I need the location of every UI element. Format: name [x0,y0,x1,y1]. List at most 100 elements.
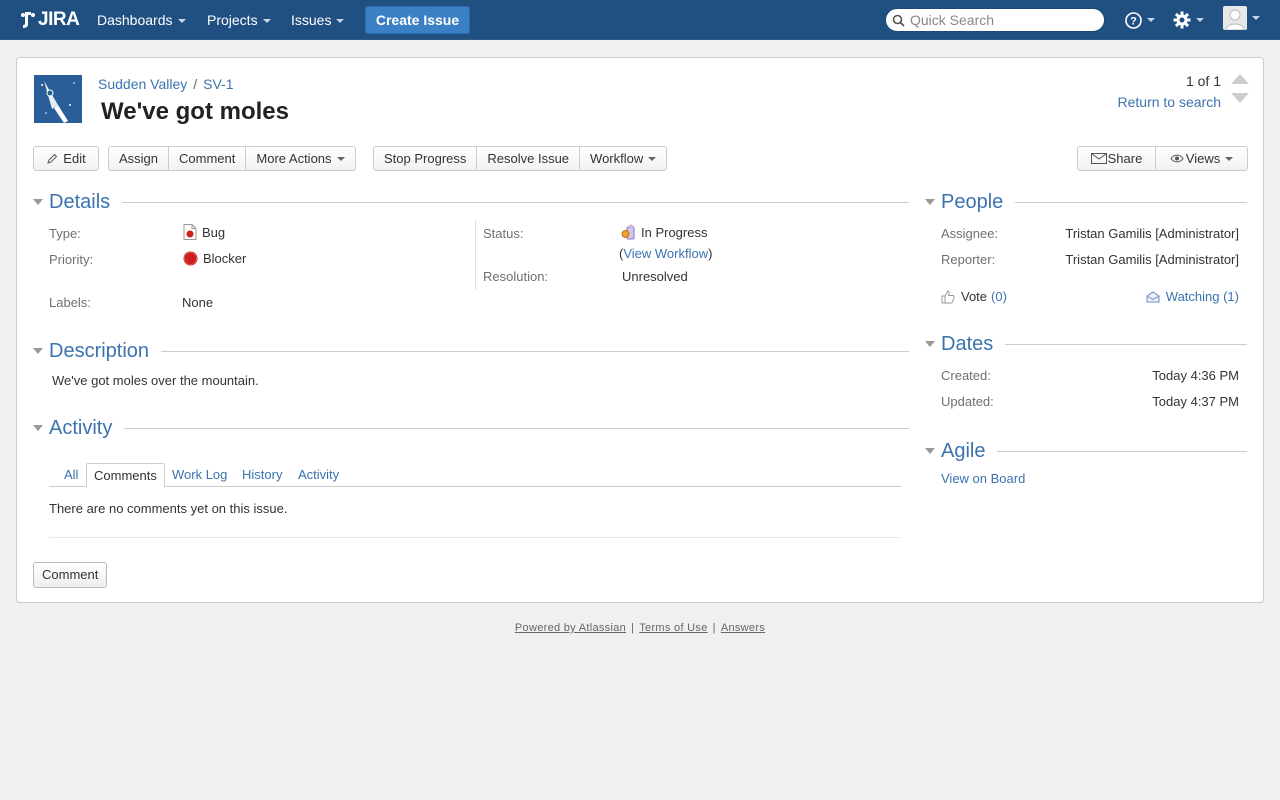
people-heading: People [941,190,1004,213]
share-button[interactable]: Share [1078,147,1155,170]
workflow-button[interactable]: Workflow [579,147,666,170]
vote-count-link[interactable]: (0) [991,289,1007,304]
issue-view-panel: Sudden Valley / SV-1 We've got moles 1 of … [16,57,1264,603]
powered-by-atlassian-link[interactable]: Powered by Atlassian [515,622,626,634]
pager-arrows [1231,74,1249,103]
watch-envelope-icon[interactable] [1146,290,1160,303]
workflow-label: Workflow [590,151,644,166]
view-on-board-link[interactable]: View on Board [941,471,1025,486]
tab-history[interactable]: History [242,467,282,482]
resolution-label: Resolution: [483,269,549,284]
details-heading: Details [49,190,111,213]
answers-link[interactable]: Answers [721,622,765,634]
eye-icon [1170,154,1184,163]
chevron-down-icon [336,156,345,161]
activity-section-header[interactable]: Activity [33,416,909,440]
tab-all[interactable]: All [64,467,78,482]
nav-projects-label: Projects [207,12,258,28]
breadcrumb-project-link[interactable]: Sudden Valley [98,76,187,92]
view-workflow-link[interactable]: View Workflow [623,246,708,261]
settings-menu[interactable] [1173,9,1204,31]
details-section-header[interactable]: Details [33,190,909,214]
status-value-text: In Progress [641,224,708,240]
description-section-header[interactable]: Description [33,339,909,363]
chevron-down-icon [1225,156,1234,161]
dates-heading: Dates [941,332,994,355]
section-divider [161,350,909,352]
reporter-label: Reporter: [941,252,996,267]
chevron-down-icon [648,156,657,161]
project-avatar-icon[interactable] [34,75,82,123]
created-value: Today 4:36 PM [1152,368,1239,383]
return-to-search-link[interactable]: Return to search [1118,94,1222,110]
collapse-triangle-icon [33,425,43,431]
assignee-label: Assignee: [941,226,999,241]
jira-logo-icon [21,12,35,28]
more-actions-button[interactable]: More Actions [245,147,354,170]
tab-activity[interactable]: Activity [298,467,339,482]
quick-search [885,8,1105,32]
issue-title[interactable]: We've got moles [101,98,289,126]
section-divider [1015,201,1247,203]
quick-search-input[interactable] [910,11,1095,29]
agile-section-header[interactable]: Agile [925,439,1247,463]
description-heading: Description [49,339,150,362]
assignee-value[interactable]: Tristan Gamilis [Administrator] [1065,226,1239,241]
help-icon: ? [1125,11,1142,29]
breadcrumb-issue-key-link[interactable]: SV-1 [203,76,233,92]
updated-label: Updated: [941,394,994,409]
chevron-down-icon [336,19,345,24]
footer-separator: | [712,622,716,634]
people-section-header[interactable]: People [925,190,1247,214]
description-text[interactable]: We've got moles over the mountain. [52,373,259,388]
user-menu[interactable] [1223,6,1260,30]
vote-label: Vote [961,289,988,304]
pencil-icon [47,153,58,164]
activity-heading: Activity [49,416,113,439]
pager-count: 1 of 1 [1185,73,1221,89]
views-button[interactable]: Views [1155,147,1247,170]
more-actions-label: More Actions [256,151,332,166]
collapse-triangle-icon [33,199,43,205]
jira-logo[interactable]: JIRA [20,9,80,31]
thumbs-up-icon[interactable] [941,289,955,304]
view-workflow-close-paren: ) [708,246,713,261]
watching-link[interactable]: Watching (1) [1166,289,1239,304]
nav-dashboards[interactable]: Dashboards [97,0,186,40]
create-issue-button[interactable]: Create Issue [365,6,470,34]
terms-of-use-link[interactable]: Terms of Use [639,622,707,634]
help-menu[interactable]: ? [1125,9,1155,31]
type-value: Bug [183,224,225,240]
comment-toolbar-button[interactable]: Comment [168,147,245,170]
resolve-issue-button[interactable]: Resolve Issue [476,147,579,170]
stop-progress-button[interactable]: Stop Progress [374,147,476,170]
labels-label: Labels: [49,295,91,310]
add-comment-button[interactable]: Comment [33,562,108,588]
views-label: Views [1185,151,1221,166]
edit-button-label: Edit [63,151,86,166]
edit-button[interactable]: Edit [34,147,98,170]
workflow-button-group: Stop Progress Resolve Issue Workflow [373,146,668,171]
operations-button-group: Assign Comment More Actions [108,146,356,171]
nav-projects[interactable]: Projects [207,0,271,40]
details-column-divider [475,220,476,290]
next-issue-arrow-icon[interactable] [1231,93,1249,103]
bug-icon [183,224,197,240]
share-views-button-group: Share Views [1077,146,1248,171]
blocker-icon [183,251,198,266]
in-progress-icon [621,224,635,240]
previous-issue-arrow-icon[interactable] [1231,74,1249,84]
type-value-text: Bug [202,224,226,240]
dates-section-header[interactable]: Dates [925,332,1247,356]
nav-issues[interactable]: Issues [291,0,345,40]
nav-issues-label: Issues [291,12,332,28]
tab-work-log[interactable]: Work Log [172,467,227,482]
assign-button[interactable]: Assign [109,147,168,170]
tab-comments[interactable]: Comments [86,463,165,488]
no-comments-message: There are no comments yet on this issue. [49,501,288,516]
issue-pager: 1 of 1 Return to search [1118,73,1222,110]
type-label: Type: [49,226,81,241]
labels-value[interactable]: None [182,295,213,310]
activity-tabs: All Comments Work Log History Activity [49,463,901,488]
reporter-value[interactable]: Tristan Gamilis [Administrator] [1065,252,1239,267]
